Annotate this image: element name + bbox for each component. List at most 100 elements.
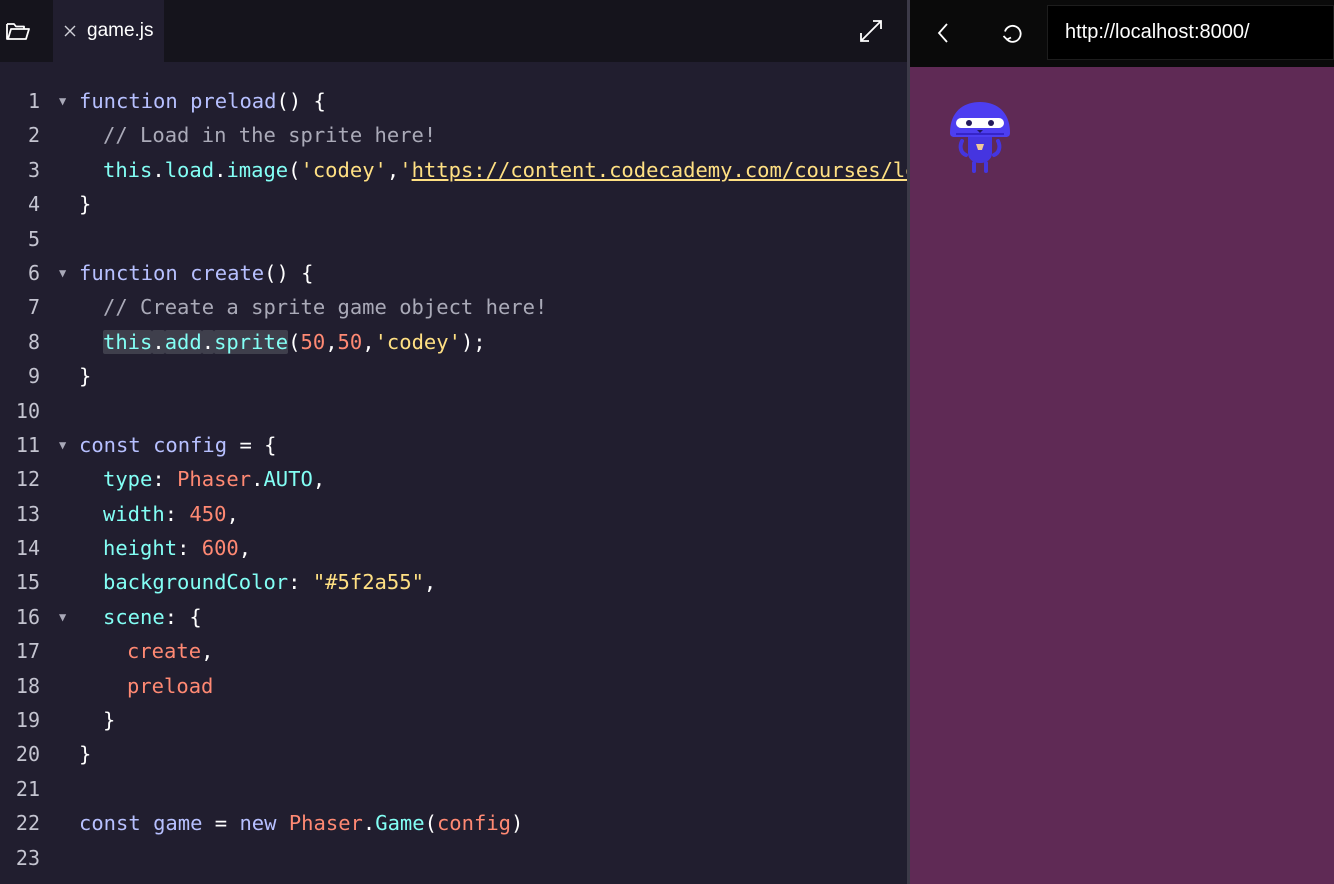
code-token: ( <box>288 329 301 354</box>
code-token: AUTO <box>263 467 313 492</box>
line-number: 20 <box>15 742 40 767</box>
code-text: scene: { <box>103 600 202 634</box>
code-line[interactable]: 13 width: 450, <box>0 497 907 531</box>
code-token: 'codey' <box>300 157 387 182</box>
code-line[interactable]: 20} <box>0 737 907 771</box>
code-text: // Create a sprite game object here! <box>103 290 547 324</box>
line-number: 23 <box>15 845 40 870</box>
code-token: , <box>201 639 214 664</box>
close-icon[interactable] <box>63 24 77 38</box>
code-token: https://content.codecademy.com/courses/l… <box>411 157 907 182</box>
code-text: const config = { <box>79 428 277 462</box>
code-text: width: 450, <box>103 497 239 531</box>
line-number: 7 <box>27 295 40 320</box>
code-text: const game = new Phaser.Game(config) <box>79 806 523 840</box>
code-line[interactable]: 15 backgroundColor: "#5f2a55", <box>0 565 907 599</box>
code-line[interactable]: 5 <box>0 222 907 256</box>
code-token: create <box>127 639 202 664</box>
code-token: this <box>103 329 153 354</box>
code-token: new <box>239 811 289 836</box>
line-number: 22 <box>15 811 40 836</box>
code-token: // Load in the sprite here! <box>103 123 437 148</box>
code-line[interactable]: 10 <box>0 394 907 428</box>
code-token: . <box>201 329 215 354</box>
code-text: function preload() { <box>79 84 326 118</box>
code-token: } <box>79 192 92 217</box>
fold-arrow-icon[interactable]: ▼ <box>59 84 66 118</box>
code-line[interactable]: 7 // Create a sprite game object here! <box>0 290 907 324</box>
code-token: : <box>152 467 178 492</box>
code-line[interactable]: 19} <box>0 703 907 737</box>
line-number: 11 <box>15 432 40 457</box>
code-token: config <box>436 811 512 836</box>
code-token: create <box>190 260 265 285</box>
folder-icon[interactable] <box>2 16 34 46</box>
game-canvas[interactable] <box>910 67 1334 884</box>
code-line[interactable]: 22 const game = new Phaser.Game(config) <box>0 806 907 840</box>
code-token: preload <box>190 89 277 113</box>
code-line[interactable]: 18 preload <box>0 669 907 703</box>
refresh-icon[interactable] <box>998 18 1026 48</box>
code-token: , <box>325 329 338 354</box>
code-token: , <box>386 157 400 182</box>
code-token: ) <box>511 811 524 836</box>
url-input[interactable] <box>1047 5 1334 60</box>
code-token: width <box>103 501 165 526</box>
code-line[interactable]: 12 type: Phaser.AUTO, <box>0 462 907 496</box>
code-token: 600 <box>201 536 239 561</box>
code-token: preload <box>127 673 214 698</box>
code-line[interactable]: 1 ▼ function preload() { <box>0 84 907 118</box>
code-line[interactable]: 4} <box>0 187 907 221</box>
line-number: 2 <box>27 123 40 148</box>
code-token: () { <box>264 260 314 285</box>
code-token: } <box>79 364 92 389</box>
code-token: Game <box>375 811 425 836</box>
code-token: scene <box>103 604 165 629</box>
fold-arrow-icon[interactable]: ▼ <box>59 428 66 462</box>
code-token: add <box>164 329 202 354</box>
code-line[interactable]: 14 height: 600, <box>0 531 907 565</box>
line-number: 8 <box>27 329 40 354</box>
tab-game-js[interactable]: game.js <box>53 0 164 62</box>
code-line[interactable]: 6 ▼ function create() { <box>0 256 907 290</box>
code-token: : <box>164 501 190 526</box>
code-line[interactable]: 16 ▼ scene: { <box>0 600 907 634</box>
expand-icon[interactable] <box>856 16 886 46</box>
back-icon[interactable] <box>930 18 956 48</box>
code-area[interactable]: 1 ▼ function preload() { 2 // Load in the sp… <box>0 84 907 875</box>
code-line[interactable]: 21 <box>0 772 907 806</box>
code-token: type <box>103 467 153 492</box>
code-text: } <box>79 187 91 221</box>
fold-arrow-icon[interactable]: ▼ <box>59 600 66 634</box>
code-token: ' <box>399 157 412 182</box>
code-text: create, <box>127 634 213 668</box>
fold-arrow-icon[interactable]: ▼ <box>59 256 66 290</box>
line-number: 19 <box>15 708 40 733</box>
code-line[interactable]: 8 this.add.sprite(50,50,'codey'); <box>0 325 907 359</box>
code-line[interactable]: 17 create, <box>0 634 907 668</box>
line-number: 1 <box>27 89 40 113</box>
code-token: . <box>152 329 165 354</box>
line-number: 16 <box>15 604 40 629</box>
code-line[interactable]: 2 // Load in the sprite here! <box>0 118 907 152</box>
code-token: , <box>423 570 437 595</box>
code-text: preload <box>127 669 213 703</box>
line-number: 10 <box>15 398 40 423</box>
code-token: // Create a sprite game object here! <box>103 295 548 320</box>
code-line[interactable]: 11 ▼ const config = { <box>0 428 907 462</box>
code-text: height: 600, <box>103 531 251 565</box>
code-token: sprite <box>214 329 289 354</box>
code-line[interactable]: 9} <box>0 359 907 393</box>
code-token: , <box>362 329 375 354</box>
code-token: Phaser <box>288 811 363 836</box>
code-text: function create() { <box>79 256 314 290</box>
code-token: , <box>312 467 326 492</box>
code-token: , <box>226 501 239 526</box>
code-line[interactable]: 23 <box>0 841 907 875</box>
code-text: type: Phaser.AUTO, <box>103 462 325 496</box>
editor-tab-bar: game.js <box>0 0 907 62</box>
code-editor[interactable]: game.js 1 ▼ function preload() { 2 // Load i… <box>0 0 907 884</box>
code-token: . <box>251 467 264 492</box>
code-line[interactable]: 3 this.load.image('codey','https://conten… <box>0 153 907 187</box>
code-token: config <box>153 432 228 457</box>
